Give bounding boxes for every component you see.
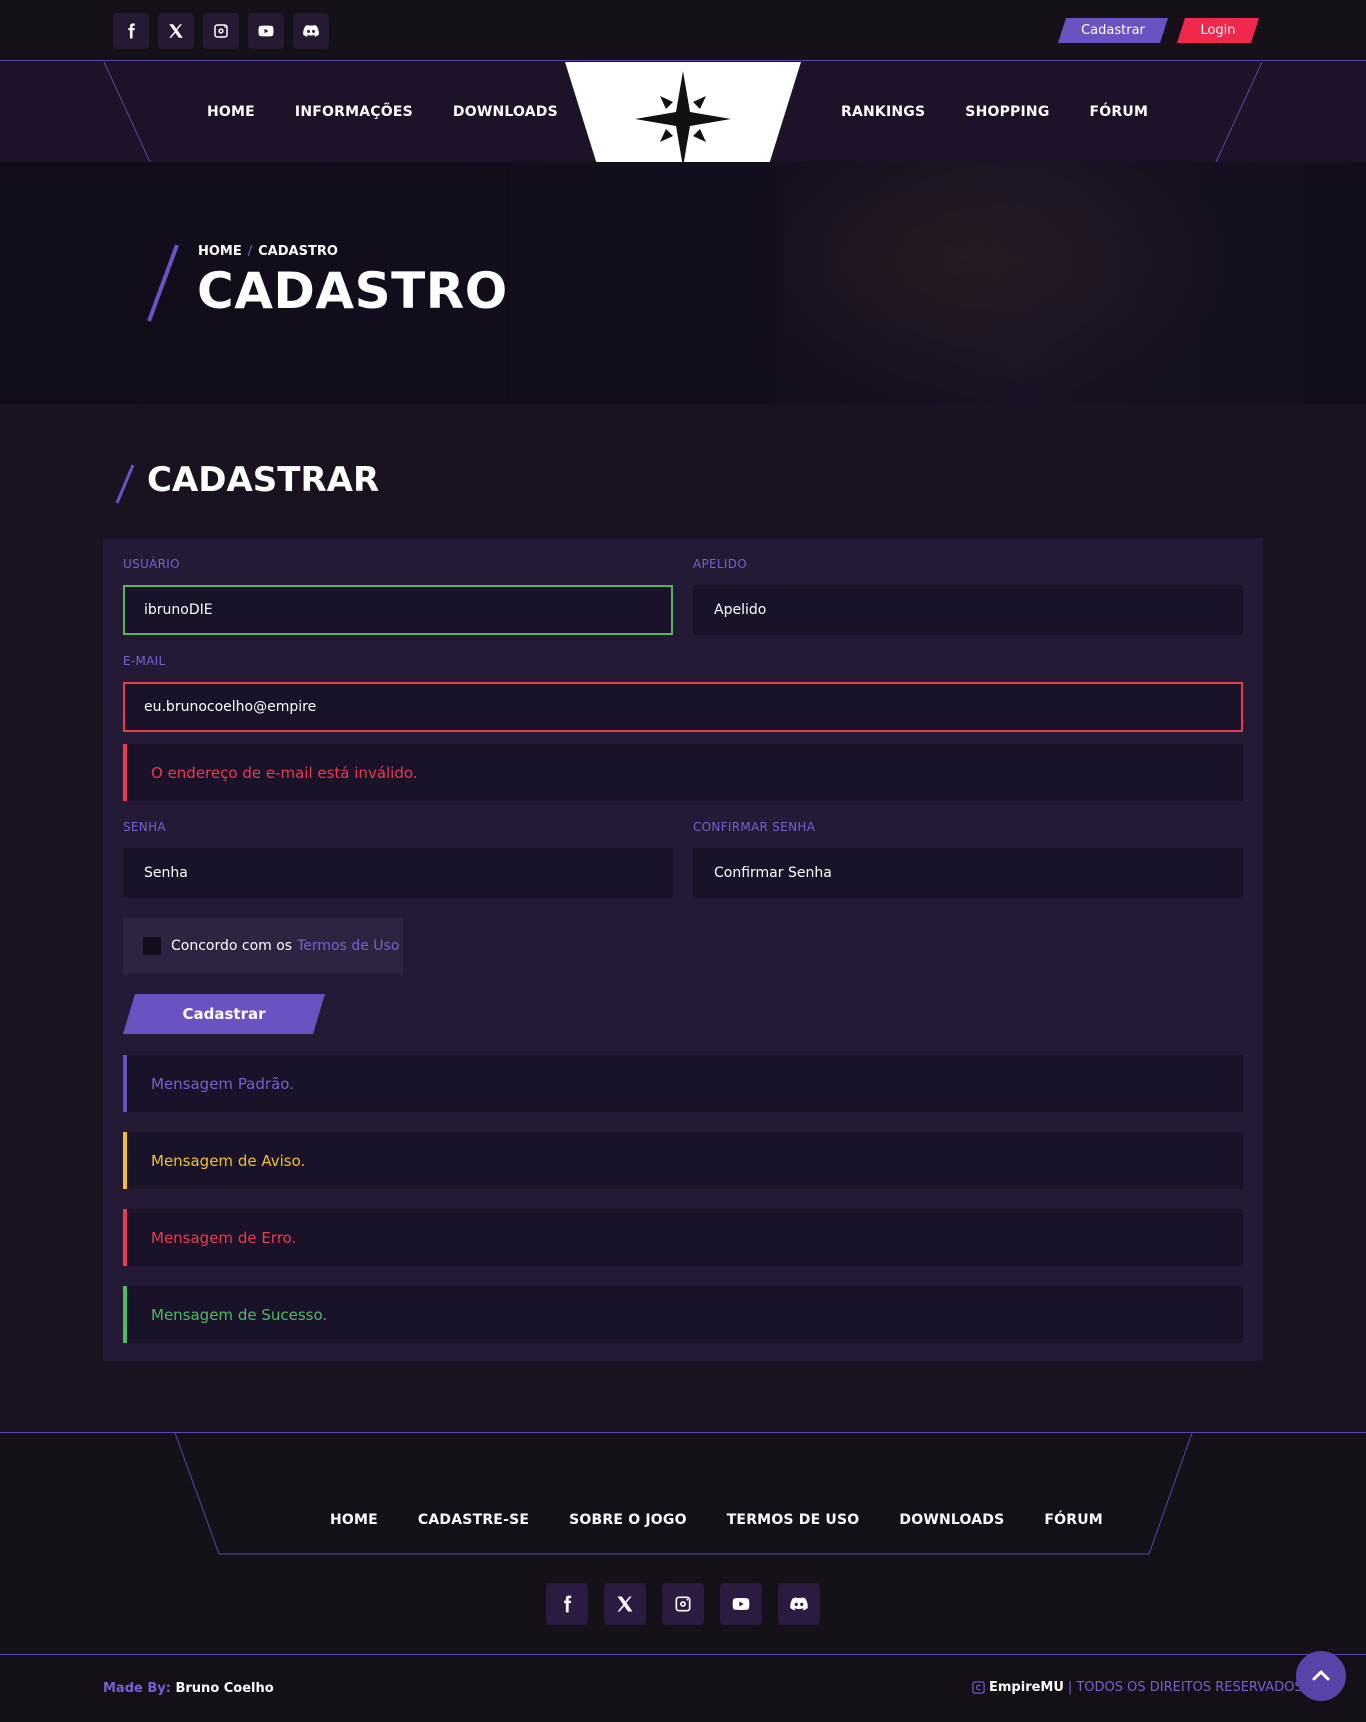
discord-link[interactable] xyxy=(293,13,329,49)
nav-shopping[interactable]: SHOPPING xyxy=(965,104,1049,120)
footer-youtube-link[interactable] xyxy=(720,1583,762,1625)
nav-downloads[interactable]: DOWNLOADS xyxy=(453,104,558,120)
footer-instagram-link[interactable] xyxy=(662,1583,704,1625)
auth-buttons: Cadastrar Login xyxy=(1058,18,1259,43)
facebook-link[interactable] xyxy=(113,13,149,49)
hero-slash-accent xyxy=(147,244,179,322)
section-slash-accent xyxy=(115,464,135,504)
email-label: E-MAIL xyxy=(123,654,166,668)
breadcrumb-current: CADASTRO xyxy=(258,244,338,259)
instagram-icon xyxy=(675,1596,691,1612)
copyright: EmpireMU | TODOS OS DIREITOS RESERVADOS xyxy=(972,1680,1303,1695)
x-icon xyxy=(169,24,183,38)
nav-forum[interactable]: FÓRUM xyxy=(1090,104,1149,120)
youtube-icon xyxy=(732,1598,750,1610)
submit-button[interactable]: Cadastrar xyxy=(123,994,325,1034)
made-by-name: Bruno Coelho xyxy=(175,1681,274,1696)
user-label: USUÁRIO xyxy=(123,557,180,571)
chevron-up-icon xyxy=(1312,1670,1330,1681)
terms-link[interactable]: Termos de Uso xyxy=(297,938,399,954)
footer-facebook-link[interactable] xyxy=(546,1583,588,1625)
login-button[interactable]: Login xyxy=(1177,18,1259,43)
error-message: Mensagem de Erro. xyxy=(123,1209,1243,1266)
instagram-icon xyxy=(214,24,228,38)
made-by: Made By: Bruno Coelho xyxy=(103,1681,274,1696)
confirm-password-input[interactable]: Confirmar Senha xyxy=(693,848,1243,898)
footer-nav-downloads[interactable]: DOWNLOADS xyxy=(899,1512,1004,1528)
discord-icon xyxy=(303,25,319,37)
youtube-link[interactable] xyxy=(248,13,284,49)
compass-star-icon xyxy=(635,70,731,167)
nick-label: APELIDO xyxy=(693,557,748,571)
nav-right-divider xyxy=(1215,62,1263,162)
back-to-top-button[interactable] xyxy=(1296,1651,1346,1701)
social-links xyxy=(113,13,329,49)
section-title: CADASTRAR xyxy=(147,460,380,500)
nav-informacoes[interactable]: INFORMAÇÕES xyxy=(295,104,413,120)
terms-text: Concordo com os xyxy=(171,938,293,954)
breadcrumb: HOME / CADASTRO xyxy=(198,244,338,259)
x-icon xyxy=(617,1596,633,1612)
copyright-icon xyxy=(972,1681,985,1694)
password-input[interactable]: Senha xyxy=(123,848,673,898)
footer-frame xyxy=(174,1433,1193,1555)
top-bar: Cadastrar Login xyxy=(0,0,1366,61)
x-link[interactable] xyxy=(158,13,194,49)
password-label: SENHA xyxy=(123,820,166,834)
youtube-icon xyxy=(258,25,274,37)
copyright-divider: | xyxy=(1067,1680,1073,1695)
discord-icon xyxy=(790,1597,808,1611)
breadcrumb-separator: / xyxy=(247,244,253,259)
register-button[interactable]: Cadastrar xyxy=(1058,18,1168,43)
default-message: Mensagem Padrão. xyxy=(123,1055,1243,1112)
success-message: Mensagem de Sucesso. xyxy=(123,1286,1243,1343)
terms-checkbox[interactable] xyxy=(143,937,161,955)
footer-social-links xyxy=(546,1583,820,1625)
nick-input[interactable]: Apelido xyxy=(693,585,1243,635)
footer-nav-register[interactable]: CADASTRE-SE xyxy=(418,1512,529,1528)
copyright-brand: EmpireMU xyxy=(989,1680,1064,1695)
email-input[interactable]: eu.brunocoelho@empire xyxy=(123,682,1243,732)
user-input[interactable]: ibrunoDIE xyxy=(123,585,673,635)
page-title: CADASTRO xyxy=(197,262,508,320)
nav-rankings[interactable]: RANKINGS xyxy=(841,104,925,120)
email-error-alert: O endereço de e-mail está inválido. xyxy=(123,744,1243,801)
facebook-icon xyxy=(128,23,135,39)
footer-x-link[interactable] xyxy=(604,1583,646,1625)
footer-nav-about[interactable]: SOBRE O JOGO xyxy=(569,1512,687,1528)
warning-message: Mensagem de Aviso. xyxy=(123,1132,1243,1189)
confirm-password-label: CONFIRMAR SENHA xyxy=(693,820,816,834)
terms-checkbox-row[interactable]: Concordo com os Termos de Uso xyxy=(123,918,403,974)
breadcrumb-home[interactable]: HOME xyxy=(198,244,242,259)
footer-nav: HOME CADASTRE-SE SOBRE O JOGO TERMOS DE … xyxy=(330,1512,1103,1528)
footer-nav-home[interactable]: HOME xyxy=(330,1512,378,1528)
copyright-rights: TODOS OS DIREITOS RESERVADOS xyxy=(1076,1680,1303,1695)
footer-nav-forum[interactable]: FÓRUM xyxy=(1044,1512,1103,1528)
footer-discord-link[interactable] xyxy=(778,1583,820,1625)
nav-left-divider xyxy=(103,62,151,162)
made-by-prefix: Made By: xyxy=(103,1681,171,1696)
instagram-link[interactable] xyxy=(203,13,239,49)
footer-nav-terms[interactable]: TERMOS DE USO xyxy=(727,1512,860,1528)
hero-background-art xyxy=(780,162,1240,404)
facebook-icon xyxy=(564,1595,572,1613)
nav-home[interactable]: HOME xyxy=(207,104,255,120)
